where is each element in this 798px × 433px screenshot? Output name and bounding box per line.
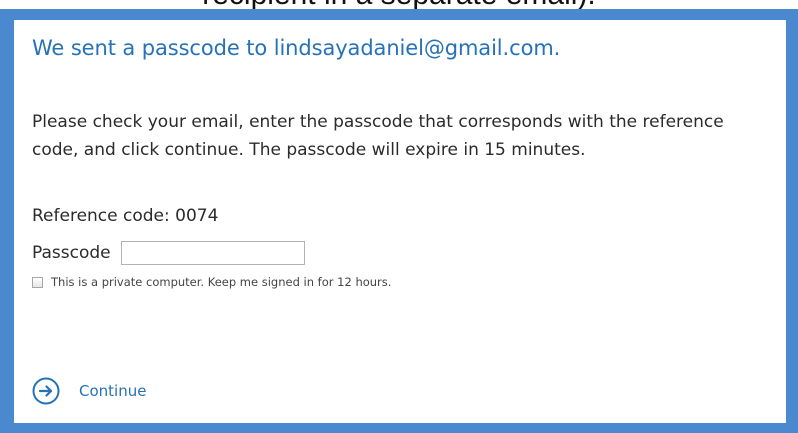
page-heading: We sent a passcode to lindsayadaniel@gma…: [32, 36, 561, 60]
passcode-input[interactable]: [120, 241, 305, 265]
instructions-text: Please check your email, enter the passc…: [32, 112, 724, 160]
keep-signed-in-checkbox[interactable]: [32, 276, 43, 288]
arrow-right-circle-icon[interactable]: [32, 377, 60, 405]
keep-signed-in-row[interactable]: This is a private computer. Keep me sign…: [32, 275, 391, 289]
keep-signed-in-label[interactable]: This is a private computer. Keep me sign…: [51, 275, 391, 289]
continue-label[interactable]: Continue: [79, 382, 146, 400]
continue-button[interactable]: Continue: [32, 377, 146, 405]
passcode-row: Passcode: [32, 241, 305, 265]
passcode-panel: We sent a passcode to lindsayadaniel@gma…: [14, 20, 786, 423]
reference-code: Reference code: 0074: [32, 206, 219, 226]
passcode-label: Passcode: [32, 243, 111, 263]
dialog-frame: We sent a passcode to lindsayadaniel@gma…: [0, 9, 798, 433]
